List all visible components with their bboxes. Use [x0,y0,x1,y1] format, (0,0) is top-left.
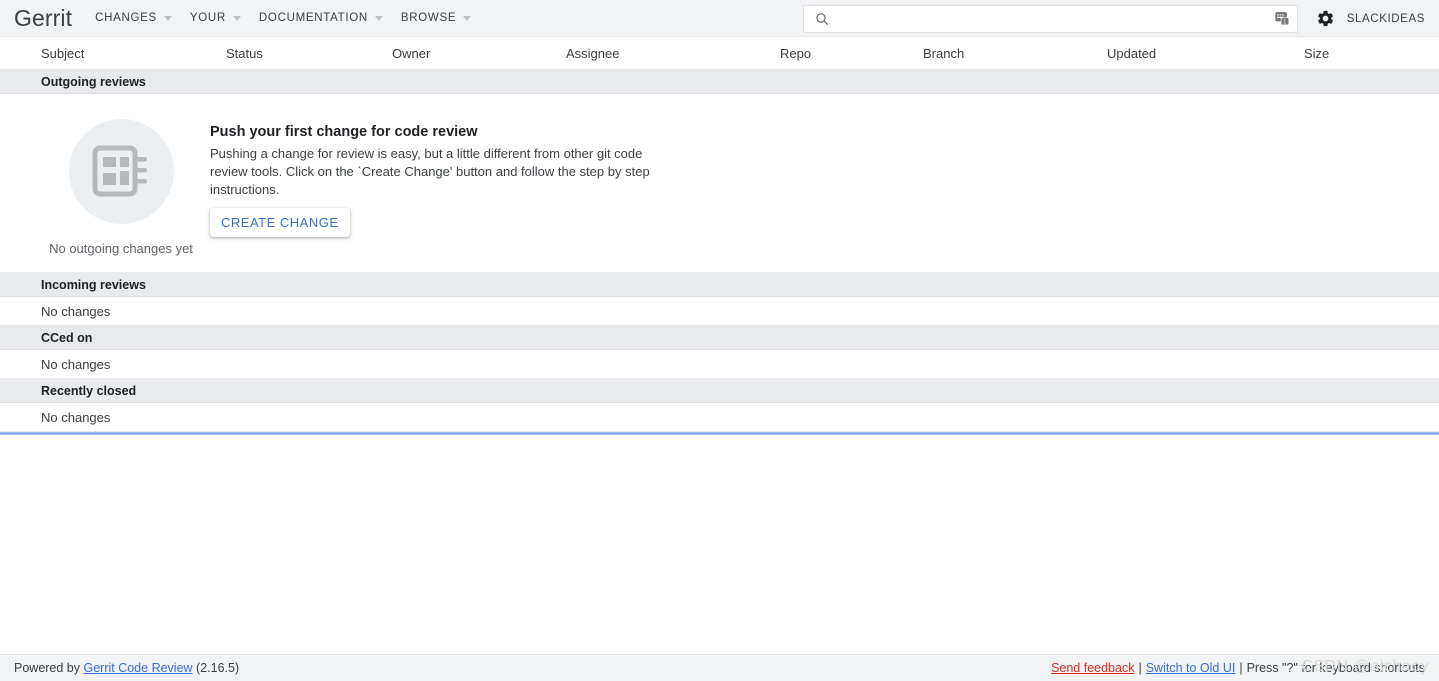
empty-state-description: Pushing a change for review is easy, but… [210,146,650,197]
empty-state-title: Push your first change for code review [210,124,478,140]
footer-version: (2.16.5) [192,661,240,675]
column-header-assignee[interactable]: Assignee [566,46,780,61]
chevron-down-icon [232,15,241,21]
nav-item-your-label: YOUR [189,12,226,24]
keyboard-shortcut-hint: Press "?" for keyboard shortcuts [1246,661,1425,675]
column-header-status[interactable]: Status [226,46,392,61]
footer-powered-by-prefix: Powered by [14,661,84,675]
switch-to-old-ui-link[interactable]: Switch to Old UI [1146,661,1236,675]
chevron-down-icon [463,15,472,21]
section-header-outgoing-reviews[interactable]: Outgoing reviews [0,70,1439,94]
column-header-subject[interactable]: Subject [41,46,226,61]
footer-separator-2: | [1239,661,1243,675]
app-logo[interactable]: Gerrit [14,6,86,30]
section-header-cced-on[interactable]: CCed on [0,326,1439,350]
svg-text:1: 1 [1283,20,1286,26]
nav-item-browse[interactable]: BROWSE [392,0,480,36]
app-header: Gerrit CHANGES YOUR DOCUMENTATION BROWSE [0,0,1439,37]
account-name[interactable]: SLACKIDEAS [1347,13,1425,25]
nav-item-changes-label: CHANGES [95,12,157,24]
keyboard-shortcuts-icon[interactable]: 1 [1274,10,1291,27]
column-header-owner[interactable]: Owner [392,46,566,61]
outgoing-reviews-empty-state: No outgoing changes yet Push your first … [0,94,1439,273]
column-header-updated[interactable]: Updated [1107,46,1304,61]
changes-table-header: Subject Status Owner Assignee Repo Branc… [0,37,1439,70]
footer-links: Send feedback | Switch to Old UI | Press… [1051,661,1425,675]
footer-powered-by: Powered by Gerrit Code Review (2.16.5) [14,661,1051,675]
section-header-incoming-reviews[interactable]: Incoming reviews [0,273,1439,297]
search-input[interactable] [829,10,1274,27]
header-right-cluster: 1 SLACKIDEAS [802,0,1439,37]
column-header-size[interactable]: Size [1304,46,1424,61]
empty-state-caption: No outgoing changes yet [49,241,193,256]
empty-state-text-block: Push your first change for code review P… [180,119,654,256]
send-feedback-link[interactable]: Send feedback [1051,661,1134,675]
column-header-branch[interactable]: Branch [923,46,1107,61]
page-footer: Powered by Gerrit Code Review (2.16.5) S… [0,654,1439,681]
empty-state-circle [68,119,174,224]
chevron-down-icon [163,15,172,21]
incoming-reviews-no-changes: No changes [0,297,1439,326]
empty-state-illustration: No outgoing changes yet [49,119,193,256]
footer-separator-1: | [1138,661,1142,675]
recently-closed-no-changes: No changes [0,403,1439,432]
gerrit-code-review-link[interactable]: Gerrit Code Review [83,661,192,675]
nav-item-documentation-label: DOCUMENTATION [258,12,368,24]
nav-item-documentation[interactable]: DOCUMENTATION [250,0,392,36]
search-icon [816,12,828,25]
nav-item-browse-label: BROWSE [400,12,457,24]
column-header-repo[interactable]: Repo [780,46,923,61]
nav-item-your[interactable]: YOUR [181,0,250,36]
dashboard-placeholder-icon [92,145,147,196]
nav-item-changes[interactable]: CHANGES [86,0,181,36]
create-change-button[interactable]: CREATE CHANGE [210,208,350,237]
gear-icon[interactable] [1316,9,1335,28]
section-header-recently-closed[interactable]: Recently closed [0,379,1439,403]
main-navigation: CHANGES YOUR DOCUMENTATION BROWSE [86,0,480,36]
page-empty-area [0,435,1439,627]
chevron-down-icon [374,15,383,21]
search-box[interactable]: 1 [802,4,1298,33]
cced-on-no-changes: No changes [0,350,1439,379]
